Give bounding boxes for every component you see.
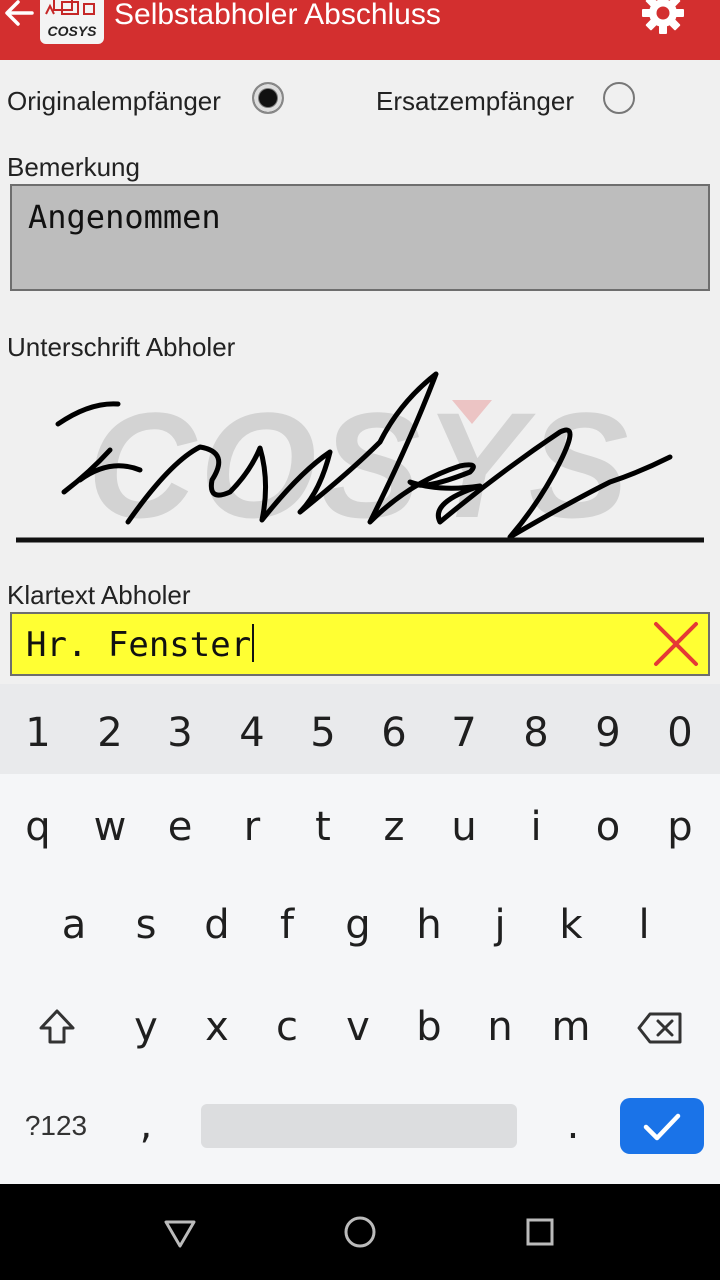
soft-keyboard: 1 2 3 4 5 6 7 8 9 0 q w e r t z u i o p … <box>0 684 720 1184</box>
key-h[interactable]: h <box>393 902 465 948</box>
key-i[interactable]: i <box>500 804 572 850</box>
key-1[interactable]: 1 <box>2 710 74 756</box>
comma-key[interactable]: , <box>110 1102 182 1148</box>
watermark-logo: COSYS <box>87 381 632 549</box>
remark-field[interactable]: Angenommen <box>10 184 710 291</box>
cleartext-value: Hr. Fenster <box>26 624 255 665</box>
key-p[interactable]: p <box>644 804 716 850</box>
key-g[interactable]: g <box>322 902 394 948</box>
home-circle-icon[interactable] <box>332 1204 388 1260</box>
key-8[interactable]: 8 <box>500 710 572 756</box>
settings-gear-icon[interactable] <box>640 0 686 36</box>
key-l[interactable]: l <box>608 902 680 948</box>
svg-text:COSYS: COSYS <box>87 381 632 549</box>
key-m[interactable]: m <box>535 1004 607 1050</box>
signature-label: Unterschrift Abholer <box>7 332 236 362</box>
key-6[interactable]: 6 <box>358 710 430 756</box>
key-e[interactable]: e <box>144 804 216 850</box>
recipient-selector: Originalempfänger Ersatzempfänger <box>0 80 720 120</box>
key-2[interactable]: 2 <box>74 710 146 756</box>
app-logo: COSYS <box>40 0 104 44</box>
key-o[interactable]: o <box>572 804 644 850</box>
key-t[interactable]: t <box>287 804 359 850</box>
key-q[interactable]: q <box>2 804 74 850</box>
text-cursor <box>252 624 255 662</box>
shift-icon[interactable] <box>36 1006 78 1048</box>
key-0[interactable]: 0 <box>644 710 716 756</box>
key-7[interactable]: 7 <box>428 710 500 756</box>
original-recipient-radio[interactable] <box>252 82 284 114</box>
key-b[interactable]: b <box>393 1004 465 1050</box>
back-triangle-icon[interactable] <box>152 1204 208 1260</box>
key-d[interactable]: d <box>181 902 253 948</box>
svg-text:COSYS: COSYS <box>47 23 97 39</box>
remark-label: Bemerkung <box>7 152 140 182</box>
backspace-icon[interactable] <box>636 1010 684 1046</box>
space-bar[interactable] <box>201 1104 517 1148</box>
original-recipient-label[interactable]: Originalempfänger <box>7 86 221 117</box>
signature-pad[interactable]: COSYS <box>0 362 720 562</box>
cleartext-label: Klartext Abholer <box>7 580 191 610</box>
key-9[interactable]: 9 <box>572 710 644 756</box>
key-u[interactable]: u <box>428 804 500 850</box>
key-5[interactable]: 5 <box>287 710 359 756</box>
key-c[interactable]: c <box>251 1004 323 1050</box>
key-3[interactable]: 3 <box>144 710 216 756</box>
key-f[interactable]: f <box>251 902 323 948</box>
key-w[interactable]: w <box>74 804 146 850</box>
app-bar: COSYS Selbstabholer Abschluss <box>0 0 720 60</box>
key-z[interactable]: z <box>358 804 430 850</box>
recents-square-icon[interactable] <box>512 1204 568 1260</box>
key-r[interactable]: r <box>216 804 288 850</box>
key-v[interactable]: v <box>322 1004 394 1050</box>
substitute-recipient-label[interactable]: Ersatzempfänger <box>376 86 574 117</box>
system-nav-bar <box>0 1184 720 1280</box>
substitute-recipient-radio[interactable] <box>603 82 635 114</box>
page-title: Selbstabholer Abschluss <box>114 0 441 31</box>
key-y[interactable]: y <box>110 1004 182 1050</box>
symbols-key[interactable]: ?123 <box>0 1110 112 1142</box>
enter-key[interactable] <box>620 1098 704 1154</box>
cleartext-input[interactable]: Hr. Fenster <box>10 612 710 676</box>
key-s[interactable]: s <box>110 902 182 948</box>
remark-value: Angenommen <box>28 198 221 236</box>
key-k[interactable]: k <box>535 902 607 948</box>
key-n[interactable]: n <box>464 1004 536 1050</box>
key-j[interactable]: j <box>464 902 536 948</box>
back-arrow-icon[interactable] <box>2 0 36 30</box>
checkmark-icon <box>643 1113 681 1141</box>
period-key[interactable]: . <box>537 1102 609 1148</box>
clear-x-icon[interactable] <box>650 618 702 670</box>
key-x[interactable]: x <box>181 1004 253 1050</box>
key-a[interactable]: a <box>38 902 110 948</box>
key-4[interactable]: 4 <box>216 710 288 756</box>
